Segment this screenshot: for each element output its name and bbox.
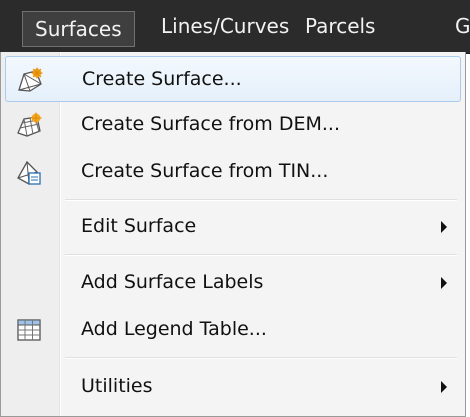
menu-bar: Surfaces Lines/Curves Parcels G xyxy=(0,0,470,54)
menu-item-label: Add Surface Labels xyxy=(81,271,264,293)
menu-item-add-surface-labels[interactable]: Add Surface Labels xyxy=(5,260,461,306)
create-surface-from-tin-icon xyxy=(15,158,43,186)
menu-item-create-surface-from-dem[interactable]: Create Surface from DEM... xyxy=(5,102,461,148)
menu-item-label: Create Surface from DEM... xyxy=(81,113,340,135)
menu-surfaces[interactable]: Surfaces xyxy=(22,11,135,47)
menu-item-label: Create Surface from TIN... xyxy=(81,160,329,182)
menu-item-label: Edit Surface xyxy=(81,215,197,237)
menu-parcels[interactable]: Parcels xyxy=(305,0,375,53)
menu-lines-curves[interactable]: Lines/Curves xyxy=(161,0,289,53)
surfaces-dropdown-menu: Create Surface... Create Surface from DE… xyxy=(0,52,466,417)
menu-item-label: Create Surface... xyxy=(82,68,242,90)
menu-item-create-surface-from-tin[interactable]: Create Surface from TIN... xyxy=(5,149,461,195)
menu-separator xyxy=(65,357,457,359)
submenu-arrow-icon xyxy=(441,277,447,289)
menu-item-add-legend-table[interactable]: Add Legend Table... xyxy=(5,307,461,353)
menu-item-edit-surface[interactable]: Edit Surface xyxy=(5,204,461,250)
menu-separator xyxy=(65,199,457,201)
submenu-arrow-icon xyxy=(441,381,447,393)
menu-item-label: Utilities xyxy=(81,375,153,397)
menu-item-utilities[interactable]: Utilities xyxy=(5,364,461,410)
menu-item-create-surface[interactable]: Create Surface... xyxy=(5,56,461,102)
submenu-arrow-icon xyxy=(441,221,447,233)
legend-table-icon xyxy=(15,316,43,344)
menu-more-truncated[interactable]: G xyxy=(455,0,470,53)
create-surface-from-dem-icon xyxy=(15,111,43,139)
create-surface-icon xyxy=(16,66,44,94)
menu-item-label: Add Legend Table... xyxy=(81,318,267,340)
menu-separator xyxy=(65,254,457,256)
